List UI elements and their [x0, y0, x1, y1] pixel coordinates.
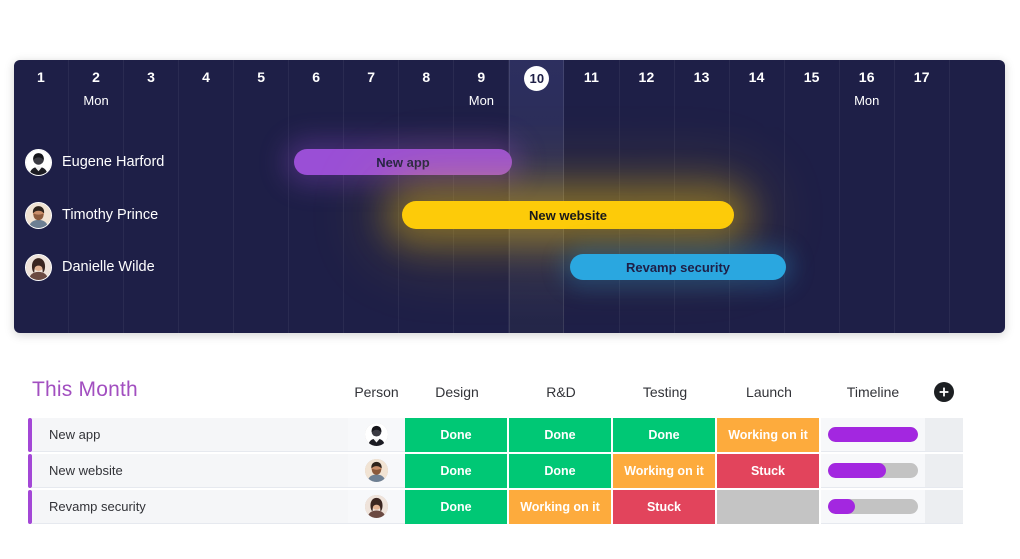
board-title: This Month — [32, 378, 138, 401]
status-cell-testing[interactable]: Done — [613, 418, 717, 452]
board-column-header-person[interactable]: Person — [348, 384, 405, 400]
timeline-person-name: Eugene Harford — [62, 154, 165, 170]
plus-icon — [934, 382, 954, 402]
row-end-cell — [925, 490, 963, 524]
timeline-person[interactable]: Eugene Harford — [25, 136, 164, 188]
status-cell-design[interactable]: Done — [405, 454, 509, 488]
avatar-eugene-harford[interactable] — [365, 423, 388, 446]
row-person-cell[interactable] — [348, 490, 405, 524]
progress-bar-track[interactable] — [828, 463, 918, 478]
status-cell-rnd[interactable]: Working on it — [509, 490, 613, 524]
status-cell-launch[interactable]: Stuck — [717, 454, 821, 488]
timeline-person-name: Danielle Wilde — [62, 259, 155, 275]
timeline-row: Timothy Prince New website — [14, 189, 1005, 241]
row-end-cell — [925, 418, 963, 452]
row-person-cell[interactable] — [348, 454, 405, 488]
timeline-person[interactable]: Danielle Wilde — [25, 241, 155, 293]
gantt-timeline-panel: 1 2 Mon 3 4 5 6 7 8 9 Mon 10 11 12 13 14 15 16 Mon 17 Eugen… — [14, 60, 1005, 333]
row-end-cell — [925, 454, 963, 488]
timeline-task-bar[interactable]: New website — [402, 201, 734, 229]
row-timeline-cell[interactable] — [821, 454, 925, 488]
row-task-name[interactable]: Revamp security — [32, 490, 348, 524]
board-table: This Month Person Design R&D Testing Launch T… — [28, 378, 980, 526]
timeline-person-name: Timothy Prince — [62, 207, 159, 223]
timeline-row: Danielle Wilde Revamp security — [14, 241, 1005, 293]
board-row-list: New app Done Done Done Working on it New webs… — [28, 418, 980, 524]
status-cell-launch[interactable]: Working on it — [717, 418, 821, 452]
progress-bar-track[interactable] — [828, 499, 918, 514]
status-cell-rnd[interactable]: Done — [509, 418, 613, 452]
board-column-header-launch[interactable]: Launch — [717, 384, 821, 400]
status-cell-design[interactable]: Done — [405, 490, 509, 524]
board-column-header-design[interactable]: Design — [405, 384, 509, 400]
avatar-timothy-prince[interactable] — [25, 201, 52, 229]
board-column-header-r-d[interactable]: R&D — [509, 384, 613, 400]
board-column-headers: Person Design R&D Testing Launch Timeline — [348, 382, 963, 402]
timeline-task-bar[interactable]: Revamp security — [570, 254, 786, 280]
avatar-eugene-harford[interactable] — [25, 148, 52, 176]
row-timeline-cell[interactable] — [821, 418, 925, 452]
progress-bar-fill — [828, 499, 855, 514]
row-task-name[interactable]: New website — [32, 454, 348, 488]
board-column-header-timeline[interactable]: Timeline — [821, 384, 925, 400]
status-cell-testing[interactable]: Stuck — [613, 490, 717, 524]
table-row[interactable]: New website Done Done Working on it Stuck — [28, 454, 980, 488]
timeline-person[interactable]: Timothy Prince — [25, 189, 158, 241]
avatar-danielle-wilde[interactable] — [365, 495, 388, 518]
table-row[interactable]: Revamp security Done Working on it Stuck — [28, 490, 980, 524]
status-cell-rnd[interactable]: Done — [509, 454, 613, 488]
progress-bar-fill — [828, 427, 918, 442]
progress-bar-track[interactable] — [828, 427, 918, 442]
timeline-task-bar[interactable]: New app — [294, 149, 512, 175]
timeline-task-rows: Eugene Harford New app Timothy Prince New w… — [14, 60, 1005, 333]
row-timeline-cell[interactable] — [821, 490, 925, 524]
status-cell-design[interactable]: Done — [405, 418, 509, 452]
progress-bar-fill — [828, 463, 886, 478]
row-person-cell[interactable] — [348, 418, 405, 452]
board-column-header-testing[interactable]: Testing — [613, 384, 717, 400]
row-task-name[interactable]: New app — [32, 418, 348, 452]
status-cell-launch[interactable] — [717, 490, 821, 524]
table-row[interactable]: New app Done Done Done Working on it — [28, 418, 980, 452]
board-header: This Month Person Design R&D Testing Launch T… — [28, 378, 980, 414]
timeline-row: Eugene Harford New app — [14, 136, 1005, 188]
status-cell-testing[interactable]: Working on it — [613, 454, 717, 488]
add-column-button[interactable] — [925, 382, 963, 402]
avatar-timothy-prince[interactable] — [365, 459, 388, 482]
avatar-danielle-wilde[interactable] — [25, 253, 52, 281]
